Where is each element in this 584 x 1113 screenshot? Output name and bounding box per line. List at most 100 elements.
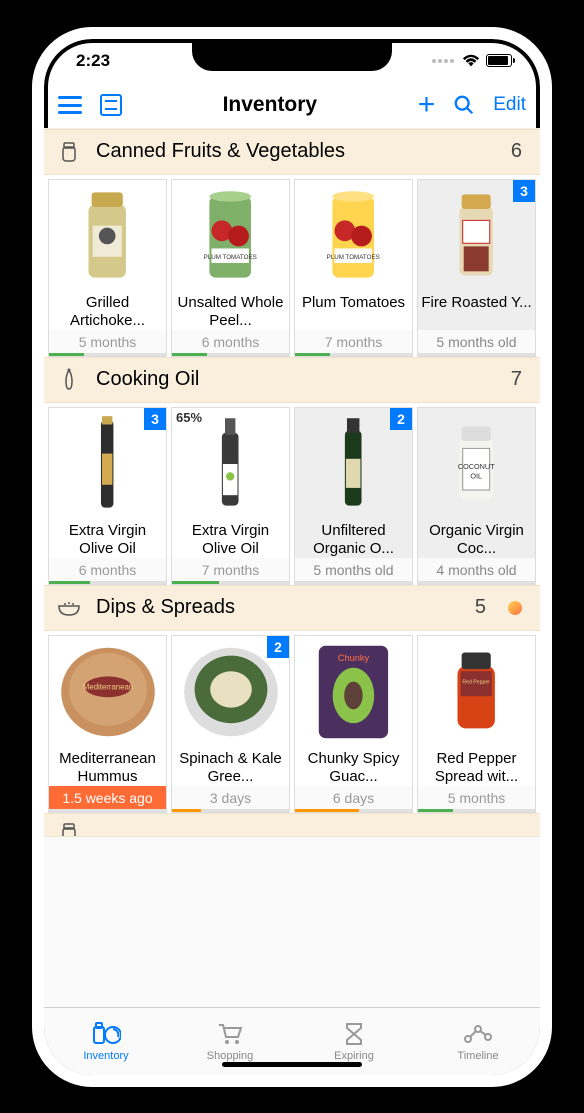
- section-header[interactable]: Dips & Spreads 5: [44, 585, 540, 631]
- item-card[interactable]: Red Pepper Red Pepper Spread wit... 5 mo…: [417, 635, 536, 813]
- tab-label: Shopping: [207, 1050, 254, 1062]
- item-name: Unsalted Whole Peel...: [172, 292, 289, 330]
- tab-inventory[interactable]: Inventory: [44, 1008, 168, 1075]
- item-progress: [49, 353, 166, 356]
- section-icon: [56, 367, 82, 393]
- section-count: 6: [511, 140, 522, 163]
- tab-label: Timeline: [457, 1050, 498, 1062]
- item-image: 3: [418, 180, 535, 292]
- item-progress: [295, 353, 412, 356]
- item-image: Mediterranean: [49, 636, 166, 748]
- home-indicator[interactable]: [222, 1062, 362, 1067]
- item-image: PLUM TOMATOES: [172, 180, 289, 292]
- section-icon: [56, 820, 82, 837]
- item-name: Spinach & Kale Gree...: [172, 748, 289, 786]
- item-name: Extra Virgin Olive Oil: [172, 520, 289, 558]
- svg-text:OIL: OIL: [471, 471, 483, 480]
- section-status-dot: [508, 601, 522, 615]
- quantity-badge: 3: [513, 180, 535, 202]
- item-card[interactable]: 2 Unfiltered Organic O... 5 months old: [294, 407, 413, 585]
- item-card[interactable]: 3 Extra Virgin Olive Oil 6 months: [48, 407, 167, 585]
- item-row: 3 Extra Virgin Olive Oil 6 months 65% Ex…: [44, 403, 540, 585]
- item-card[interactable]: Mediterranean Mediterranean Hummus 1.5 w…: [48, 635, 167, 813]
- item-row: Mediterranean Mediterranean Hummus 1.5 w…: [44, 631, 540, 813]
- item-progress: [295, 809, 412, 812]
- section-header[interactable]: Canned Fruits & Vegetables 6: [44, 129, 540, 175]
- item-image: 2: [172, 636, 289, 748]
- quantity-badge: 2: [390, 408, 412, 430]
- item-image: PLUM TOMATOES: [295, 180, 412, 292]
- hourglass-icon: [344, 1021, 364, 1047]
- status-time: 2:23: [76, 51, 110, 71]
- add-button[interactable]: +: [418, 90, 436, 120]
- item-progress: [418, 809, 535, 812]
- tab-timeline[interactable]: Timeline: [416, 1008, 540, 1075]
- item-age: 5 months: [49, 330, 166, 353]
- item-card[interactable]: Chunky Chunky Spicy Guac... 6 days: [294, 635, 413, 813]
- section-count: 7: [511, 368, 522, 391]
- hamburger-icon: [58, 96, 82, 114]
- search-icon: [453, 94, 475, 116]
- search-button[interactable]: [453, 94, 475, 116]
- status-right: [432, 54, 512, 68]
- svg-text:PLUM TOMATOES: PLUM TOMATOES: [204, 253, 257, 260]
- timeline-icon: [463, 1021, 493, 1047]
- phone-frame: 2:23 Inventory + Edit Canned Fruits & Ve…: [32, 27, 552, 1087]
- section-header-partial[interactable]: [44, 813, 540, 837]
- battery-icon: [486, 54, 512, 67]
- item-row: Grilled Artichoke... 5 months PLUM TOMAT…: [44, 175, 540, 357]
- svg-text:Chunky: Chunky: [338, 652, 370, 662]
- drawer-icon: [100, 94, 122, 116]
- item-card[interactable]: 65% Extra Virgin Olive Oil 7 months: [171, 407, 290, 585]
- item-card[interactable]: COCONUTOIL Organic Virgin Coc... 4 month…: [417, 407, 536, 585]
- item-age: 1.5 weeks ago: [49, 786, 166, 809]
- item-age: 4 months old: [418, 558, 535, 581]
- item-age: 6 months: [172, 330, 289, 353]
- item-name: Grilled Artichoke...: [49, 292, 166, 330]
- item-image: 3: [49, 408, 166, 520]
- item-progress: [172, 353, 289, 356]
- section-title: Cooking Oil: [96, 368, 497, 391]
- quantity-badge: 3: [144, 408, 166, 430]
- item-age: 6 months: [49, 558, 166, 581]
- item-card[interactable]: PLUM TOMATOES Plum Tomatoes 7 months: [294, 179, 413, 357]
- item-image: [49, 180, 166, 292]
- item-age: 3 days: [172, 786, 289, 809]
- fill-percent: 65%: [176, 410, 202, 425]
- svg-text:Red Pepper: Red Pepper: [463, 679, 491, 685]
- page-title: Inventory: [140, 93, 400, 117]
- item-name: Red Pepper Spread wit...: [418, 748, 535, 786]
- item-image: COCONUTOIL: [418, 408, 535, 520]
- content-scroll[interactable]: Canned Fruits & Vegetables 6 Grilled Art…: [44, 129, 540, 1007]
- item-name: Chunky Spicy Guac...: [295, 748, 412, 786]
- inventory-icon: [91, 1021, 121, 1047]
- section-header[interactable]: Cooking Oil 7: [44, 357, 540, 403]
- item-age: 5 months old: [418, 330, 535, 353]
- tab-label: Expiring: [334, 1050, 374, 1062]
- section-title: Canned Fruits & Vegetables: [96, 140, 497, 163]
- storage-button[interactable]: [100, 94, 122, 116]
- item-age: 7 months: [295, 330, 412, 353]
- item-name: Mediterranean Hummus: [49, 748, 166, 786]
- section-count: 5: [475, 596, 486, 619]
- item-name: Organic Virgin Coc...: [418, 520, 535, 558]
- item-progress: [49, 581, 166, 584]
- svg-text:PLUM TOMATOES: PLUM TOMATOES: [327, 253, 380, 260]
- signal-dots: [432, 59, 454, 63]
- edit-button[interactable]: Edit: [493, 94, 526, 116]
- item-name: Fire Roasted Y...: [418, 292, 535, 330]
- menu-button[interactable]: [58, 96, 82, 114]
- tab-label: Inventory: [83, 1050, 128, 1062]
- item-card[interactable]: 3 Fire Roasted Y... 5 months old: [417, 179, 536, 357]
- item-image: 2: [295, 408, 412, 520]
- item-image: Red Pepper: [418, 636, 535, 748]
- item-progress: [295, 581, 412, 584]
- item-card[interactable]: 2 Spinach & Kale Gree... 3 days: [171, 635, 290, 813]
- item-card[interactable]: Grilled Artichoke... 5 months: [48, 179, 167, 357]
- item-progress: [418, 353, 535, 356]
- item-name: Unfiltered Organic O...: [295, 520, 412, 558]
- item-image: Chunky: [295, 636, 412, 748]
- item-age: 5 months: [418, 786, 535, 809]
- quantity-badge: 2: [267, 636, 289, 658]
- item-card[interactable]: PLUM TOMATOES Unsalted Whole Peel... 6 m…: [171, 179, 290, 357]
